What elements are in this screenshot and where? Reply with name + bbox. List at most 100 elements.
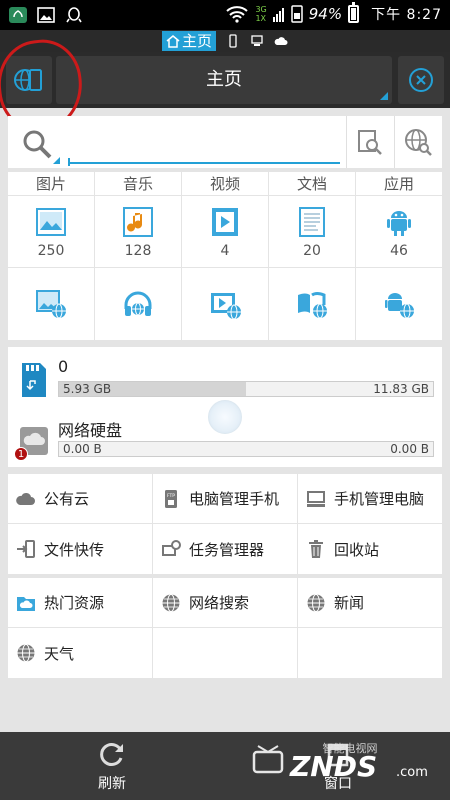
network-images[interactable] xyxy=(8,268,95,340)
globe-search-icon xyxy=(404,129,432,156)
network-apps[interactable] xyxy=(356,268,442,340)
tool-public-cloud[interactable]: 公有云 xyxy=(8,474,153,523)
web-search-button[interactable] xyxy=(394,116,440,168)
qq-icon xyxy=(66,7,82,23)
category-header-video[interactable]: 视频 xyxy=(182,172,269,195)
netdisk-name: 网络硬盘 xyxy=(58,421,123,440)
resource-hot[interactable]: 热门资源 xyxy=(8,578,153,627)
svg-text:FTP: FTP xyxy=(167,493,175,499)
tool-pc-manage-phone-label: 电脑管理手机 xyxy=(189,490,280,508)
resource-weather[interactable]: 天气 xyxy=(8,628,153,678)
network-type: 3G 1X xyxy=(255,5,266,23)
folder-cloud-icon xyxy=(17,596,35,611)
resource-news[interactable]: 新闻 xyxy=(298,578,442,627)
tool-task-manager[interactable]: 任务管理器 xyxy=(153,524,298,574)
clock: 下午 8:27 xyxy=(371,7,442,23)
page-title[interactable]: 主页 xyxy=(56,56,392,104)
tab-phone-icon[interactable] xyxy=(226,34,240,48)
resource-news-label: 新闻 xyxy=(334,594,365,612)
category-apps[interactable]: 46 xyxy=(356,196,442,267)
network-type-top: 3G xyxy=(255,5,267,14)
video-icon xyxy=(212,207,238,236)
network-documents[interactable] xyxy=(269,268,356,340)
close-icon xyxy=(409,68,433,92)
resources-row-2: 天气 xyxy=(8,628,442,678)
tool-recycle-bin[interactable]: 回收站 xyxy=(298,524,442,574)
znds-watermark: 智能电视网 ZNDS .com xyxy=(252,741,428,782)
title-bar: 主页 xyxy=(0,52,450,108)
refresh-icon xyxy=(100,743,123,766)
network-android-icon xyxy=(385,293,414,319)
tv-icon xyxy=(252,750,284,774)
category-music[interactable]: 128 xyxy=(95,196,182,267)
search-bar xyxy=(8,116,442,168)
category-video[interactable]: 4 xyxy=(182,196,269,267)
tools-row-2: 文件快传 任务管理器 回收站 xyxy=(8,524,442,574)
refresh-label: 刷新 xyxy=(98,776,126,792)
search-type-button[interactable] xyxy=(16,124,60,164)
cloud-icon xyxy=(16,492,35,505)
status-bar: 3G 1X 94% 下午 8:27 xyxy=(0,0,450,30)
tool-recycle-bin-label: 回收站 xyxy=(334,540,380,559)
network-phone-button[interactable] xyxy=(6,56,52,104)
sim-icon xyxy=(291,5,303,23)
transfer-icon xyxy=(17,540,35,558)
tab-computer-icon[interactable] xyxy=(250,34,264,48)
category-header-music[interactable]: 音乐 xyxy=(95,172,182,195)
image-icon xyxy=(36,207,66,236)
category-header-documents[interactable]: 文档 xyxy=(269,172,356,195)
task-manager-icon xyxy=(162,540,181,556)
category-header-images[interactable]: 图片 xyxy=(8,172,95,195)
loading-spinner xyxy=(208,400,242,434)
category-documents-count: 20 xyxy=(303,242,321,259)
category-apps-count: 46 xyxy=(390,242,408,259)
globe-icon xyxy=(17,644,35,662)
tool-phone-manage-pc[interactable]: 手机管理电脑 xyxy=(298,474,442,523)
refresh-button[interactable]: 刷新 xyxy=(52,732,172,800)
netdisk-usage-bar: 0.00 B 0.00 B xyxy=(58,441,434,457)
tool-file-transfer-label: 文件快传 xyxy=(44,540,105,559)
window-tabs: 主页 xyxy=(0,30,450,52)
music-icon xyxy=(123,206,153,237)
resource-web-search-label: 网络搜索 xyxy=(189,594,250,612)
tool-pc-manage-phone[interactable]: FTP 电脑管理手机 xyxy=(153,474,298,523)
wifi-icon xyxy=(226,6,249,23)
storage-total: 11.83 GB xyxy=(373,382,429,396)
watermark-brand: ZNDS xyxy=(289,750,377,782)
computer-icon xyxy=(307,490,325,507)
document-icon xyxy=(299,206,325,237)
signal-icon xyxy=(272,8,284,22)
resource-web-search[interactable]: 网络搜索 xyxy=(153,578,298,627)
network-music[interactable] xyxy=(95,268,182,340)
network-video[interactable] xyxy=(182,268,269,340)
tools-panel: 公有云 FTP 电脑管理手机 手机管理电脑 文件快传 任务管理器 回收站 xyxy=(8,474,442,574)
tab-home-label: 主页 xyxy=(181,32,212,50)
category-images-count: 250 xyxy=(37,242,65,259)
search-type-corner-icon xyxy=(53,157,60,164)
dropdown-corner-icon xyxy=(380,92,388,100)
netdisk-total: 0.00 B xyxy=(390,442,429,456)
category-music-count: 128 xyxy=(124,242,152,259)
category-grid: 图片 音乐 视频 文档 应用 250 128 4 20 46 xyxy=(8,172,442,340)
tab-home[interactable]: 主页 xyxy=(161,31,216,51)
category-video-count: 4 xyxy=(220,242,230,259)
category-images[interactable]: 250 xyxy=(8,196,95,267)
tools-row-1: 公有云 FTP 电脑管理手机 手机管理电脑 xyxy=(8,474,442,524)
search-file-button[interactable] xyxy=(346,116,392,168)
tool-file-transfer[interactable]: 文件快传 xyxy=(8,524,153,574)
tab-cloud-icon[interactable] xyxy=(274,34,288,48)
category-header-apps[interactable]: 应用 xyxy=(356,172,442,195)
storage-item-internal[interactable]: 0 5.93 GB 11.83 GB xyxy=(8,347,442,407)
network-image-icon xyxy=(36,290,66,319)
android-icon xyxy=(387,210,411,236)
headphones-icon xyxy=(124,291,152,316)
resource-hot-label: 热门资源 xyxy=(44,594,105,612)
system-indicators: 3G 1X 94% 下午 8:27 xyxy=(225,2,442,24)
resources-row-1: 热门资源 网络搜索 新闻 xyxy=(8,578,442,628)
search-input[interactable] xyxy=(68,124,340,164)
resources-panel: 热门资源 网络搜索 新闻 天气 xyxy=(8,578,442,678)
file-search-icon xyxy=(357,130,382,155)
empty-cell xyxy=(153,628,298,678)
close-button[interactable] xyxy=(398,56,444,104)
category-documents[interactable]: 20 xyxy=(269,196,356,267)
